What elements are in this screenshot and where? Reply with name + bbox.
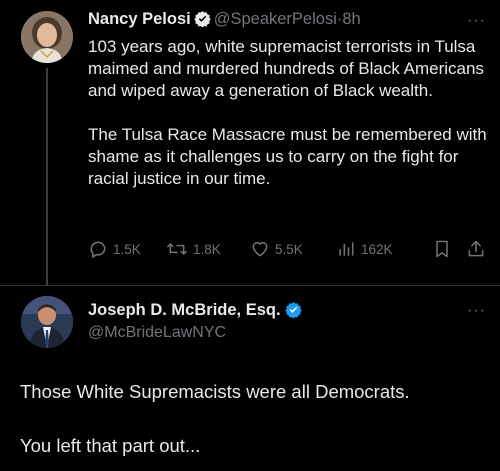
repost-count: 1.8K: [193, 241, 221, 257]
reply-button[interactable]: 1.5K: [88, 239, 166, 259]
like-button[interactable]: 5.5K: [250, 239, 336, 259]
reply-count: 1.5K: [113, 241, 141, 257]
author-name[interactable]: Nancy Pelosi: [88, 10, 191, 28]
thread-line: [46, 68, 48, 286]
repost-icon: [167, 243, 187, 255]
reply-body: Those White Supremacists were all Democr…: [20, 380, 490, 458]
original-tweet[interactable]: Nancy Pelosi @SpeakerPelosi·8h ··· 103 ye…: [0, 0, 500, 290]
tweet-actions: 1.5K 1.8K 5.5K 162K: [88, 236, 493, 262]
heart-icon: [252, 242, 268, 257]
views-icon: [339, 242, 354, 256]
views-button[interactable]: 162K: [336, 239, 432, 259]
author-name[interactable]: Joseph D. McBride, Esq.: [88, 301, 281, 319]
more-options-button[interactable]: ···: [467, 13, 486, 29]
view-count: 162K: [361, 241, 393, 257]
more-options-button[interactable]: ···: [467, 303, 486, 319]
author-handle[interactable]: @McBrideLawNYC: [88, 323, 226, 343]
verified-badge-icon: [284, 301, 302, 323]
tweet-paragraph: The Tulsa Race Massacre must be remember…: [88, 125, 487, 188]
reply-author-line: Joseph D. McBride, Esq.: [88, 300, 305, 323]
share-button[interactable]: [466, 239, 486, 259]
tweet-paragraph: 103 years ago, white supremacist terrori…: [88, 37, 484, 100]
share-icon: [468, 240, 484, 257]
bookmark-icon: [436, 240, 448, 258]
bookmark-button[interactable]: [432, 239, 466, 259]
reply-paragraph: Those White Supremacists were all Democr…: [20, 381, 410, 402]
reply-paragraph: You left that part out...: [20, 435, 201, 456]
avatar-image-icon: [21, 11, 73, 63]
avatar[interactable]: [21, 296, 73, 348]
timestamp[interactable]: 8h: [342, 10, 360, 28]
avatar[interactable]: [21, 11, 73, 63]
repost-button[interactable]: 1.8K: [166, 239, 250, 259]
reply-tweet[interactable]: Joseph D. McBride, Esq. @McBrideLawNYC ·…: [0, 286, 500, 471]
tweet-body: 103 years ago, white supremacist terrori…: [88, 36, 493, 190]
reply-icon: [90, 241, 106, 259]
author-handle[interactable]: @SpeakerPelosi: [214, 10, 337, 28]
tweet-header: Nancy Pelosi @SpeakerPelosi·8h: [88, 9, 470, 32]
verified-badge-icon: [194, 10, 211, 32]
avatar-image-icon: [21, 296, 73, 348]
like-count: 5.5K: [275, 241, 303, 257]
